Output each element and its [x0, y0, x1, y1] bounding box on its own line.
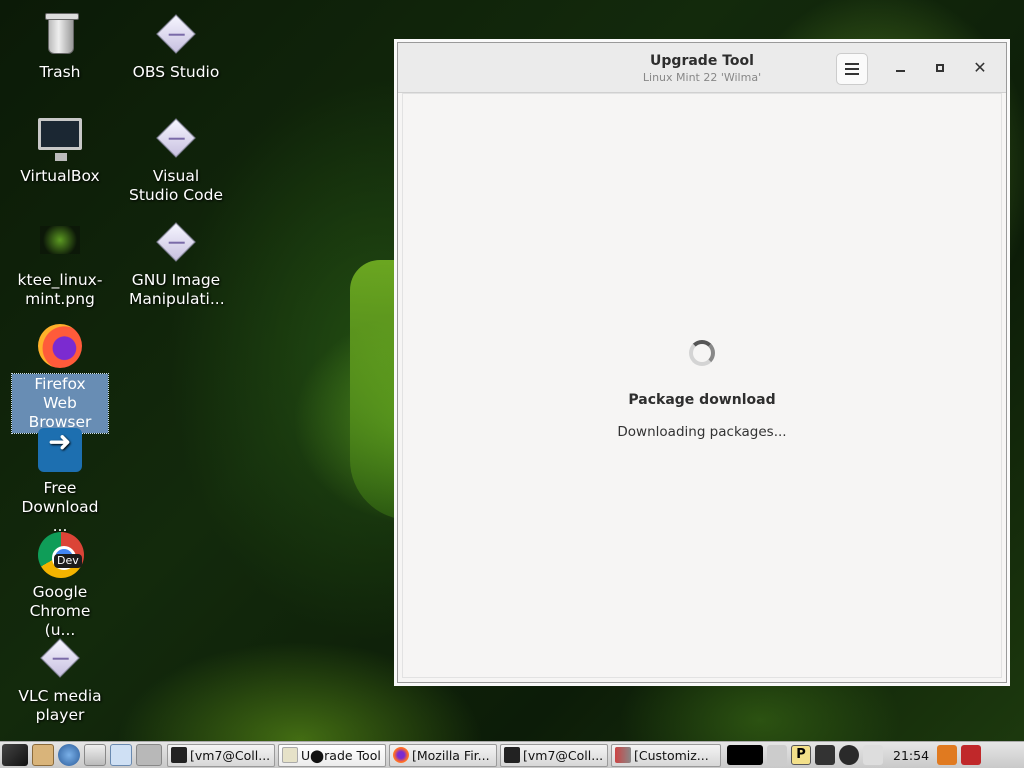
trash-icon: [36, 10, 84, 58]
window-titlebar[interactable]: Upgrade Tool Linux Mint 22 'Wilma' ✕: [398, 43, 1006, 93]
terminal-icon: [504, 747, 520, 763]
start-menu-icon[interactable]: [2, 744, 28, 766]
hamburger-menu-icon: [845, 63, 859, 75]
desktop-icon-label: OBS Studio: [132, 63, 220, 81]
p-app-label: P: [796, 747, 806, 762]
desktop-icon-free-download-manager[interactable]: Free Download ...: [8, 426, 112, 537]
desktop-icon-gimp[interactable]: GNU Image Manipulati...: [124, 218, 228, 310]
close-icon: ✕: [973, 58, 987, 77]
taskbar-task[interactable]: [vm7@Coll...: [167, 743, 275, 767]
image-thumbnail-icon: [36, 218, 84, 266]
p-app-icon[interactable]: P: [791, 745, 811, 765]
workspace-switcher[interactable]: [136, 744, 162, 766]
download-manager-icon: [36, 426, 84, 474]
desktop-icon-label: GNU Image Manipulati...: [129, 271, 225, 308]
status-text: Downloading packages...: [617, 424, 787, 440]
desktop-icon-trash[interactable]: Trash: [8, 10, 112, 83]
desktop-icon-label: Free Download ...: [21, 479, 99, 535]
desktop-icon-vscode[interactable]: Visual Studio Code: [124, 114, 228, 206]
taskbar-task[interactable]: [Customiz...: [611, 743, 721, 767]
generic-app-icon: [152, 218, 200, 266]
minimize-button[interactable]: [884, 53, 916, 85]
desktop-icon-label: Google Chrome (u...: [29, 583, 91, 639]
logout-icon[interactable]: [961, 745, 982, 765]
speaker-icon[interactable]: [767, 745, 787, 765]
upgrade-tool-window: Upgrade Tool Linux Mint 22 'Wilma' ✕ Pac…: [397, 42, 1007, 683]
menu-button[interactable]: [836, 53, 868, 85]
update-shield-icon[interactable]: [839, 745, 859, 765]
files-icon[interactable]: [84, 744, 106, 766]
chrome-icon: Dev: [36, 530, 84, 578]
maximize-button[interactable]: [924, 53, 956, 85]
clipboard-icon[interactable]: [815, 745, 835, 765]
chrome-dev-badge: Dev: [54, 554, 82, 568]
task-label: [vm7@Coll...: [523, 747, 604, 763]
task-label: [Mozilla Fir...: [412, 747, 490, 763]
black-app-icon[interactable]: [727, 745, 763, 765]
terminal-icon: [171, 747, 187, 763]
show-desktop-icon[interactable]: [110, 744, 132, 766]
notepad-icon[interactable]: [32, 744, 54, 766]
monitor-icon[interactable]: [937, 745, 958, 765]
taskbar-task[interactable]: [vm7@Coll...: [500, 743, 608, 767]
firefox-icon: [36, 322, 84, 370]
maximize-icon: [936, 64, 944, 72]
generic-app-icon: [36, 634, 84, 682]
customize-icon: [615, 747, 631, 763]
task-label: [Customiz...: [634, 747, 709, 763]
taskbar: [vm7@Coll... U⬤rade Tool [Mozilla Fir...…: [0, 741, 1024, 768]
firefox-icon: [393, 747, 409, 763]
network-icon[interactable]: [863, 745, 883, 765]
window-content: Package download Downloading packages...: [402, 93, 1002, 678]
taskbar-task[interactable]: [Mozilla Fir...: [389, 743, 497, 767]
desktop-icon-label: VirtualBox: [20, 167, 100, 185]
desktop-icon-obs-studio[interactable]: OBS Studio: [124, 10, 228, 83]
generic-app-icon: [152, 10, 200, 58]
task-label: [vm7@Coll...: [190, 747, 271, 763]
minimize-icon: [895, 70, 905, 72]
task-label: U⬤rade Tool: [301, 747, 381, 763]
globe-icon[interactable]: [58, 744, 80, 766]
desktop-icon-vlc[interactable]: VLC media player: [8, 634, 112, 726]
desktop-icon-firefox[interactable]: Firefox Web Browser: [8, 322, 112, 434]
desktop-icon-google-chrome[interactable]: Dev Google Chrome (u...: [8, 530, 112, 641]
taskbar-task[interactable]: U⬤rade Tool: [278, 743, 386, 767]
desktop-icon-virtualbox[interactable]: VirtualBox: [8, 114, 112, 187]
system-tray: P 21:54: [725, 745, 983, 765]
close-button[interactable]: ✕: [964, 53, 996, 85]
loading-spinner-icon: [689, 340, 715, 366]
desktop-icon-label: Visual Studio Code: [129, 167, 223, 204]
monitor-icon: [36, 114, 84, 162]
generic-app-icon: [152, 114, 200, 162]
status-title: Package download: [628, 392, 776, 408]
desktop-icon-label: VLC media player: [18, 687, 102, 724]
clock[interactable]: 21:54: [893, 748, 929, 763]
desktop-icon-ktee-png[interactable]: ktee_linux-mint.png: [8, 218, 112, 310]
shield-icon: [282, 747, 298, 763]
desktop-icon-label: Trash: [39, 63, 81, 81]
desktop-icon-label: ktee_linux-mint.png: [17, 271, 103, 308]
